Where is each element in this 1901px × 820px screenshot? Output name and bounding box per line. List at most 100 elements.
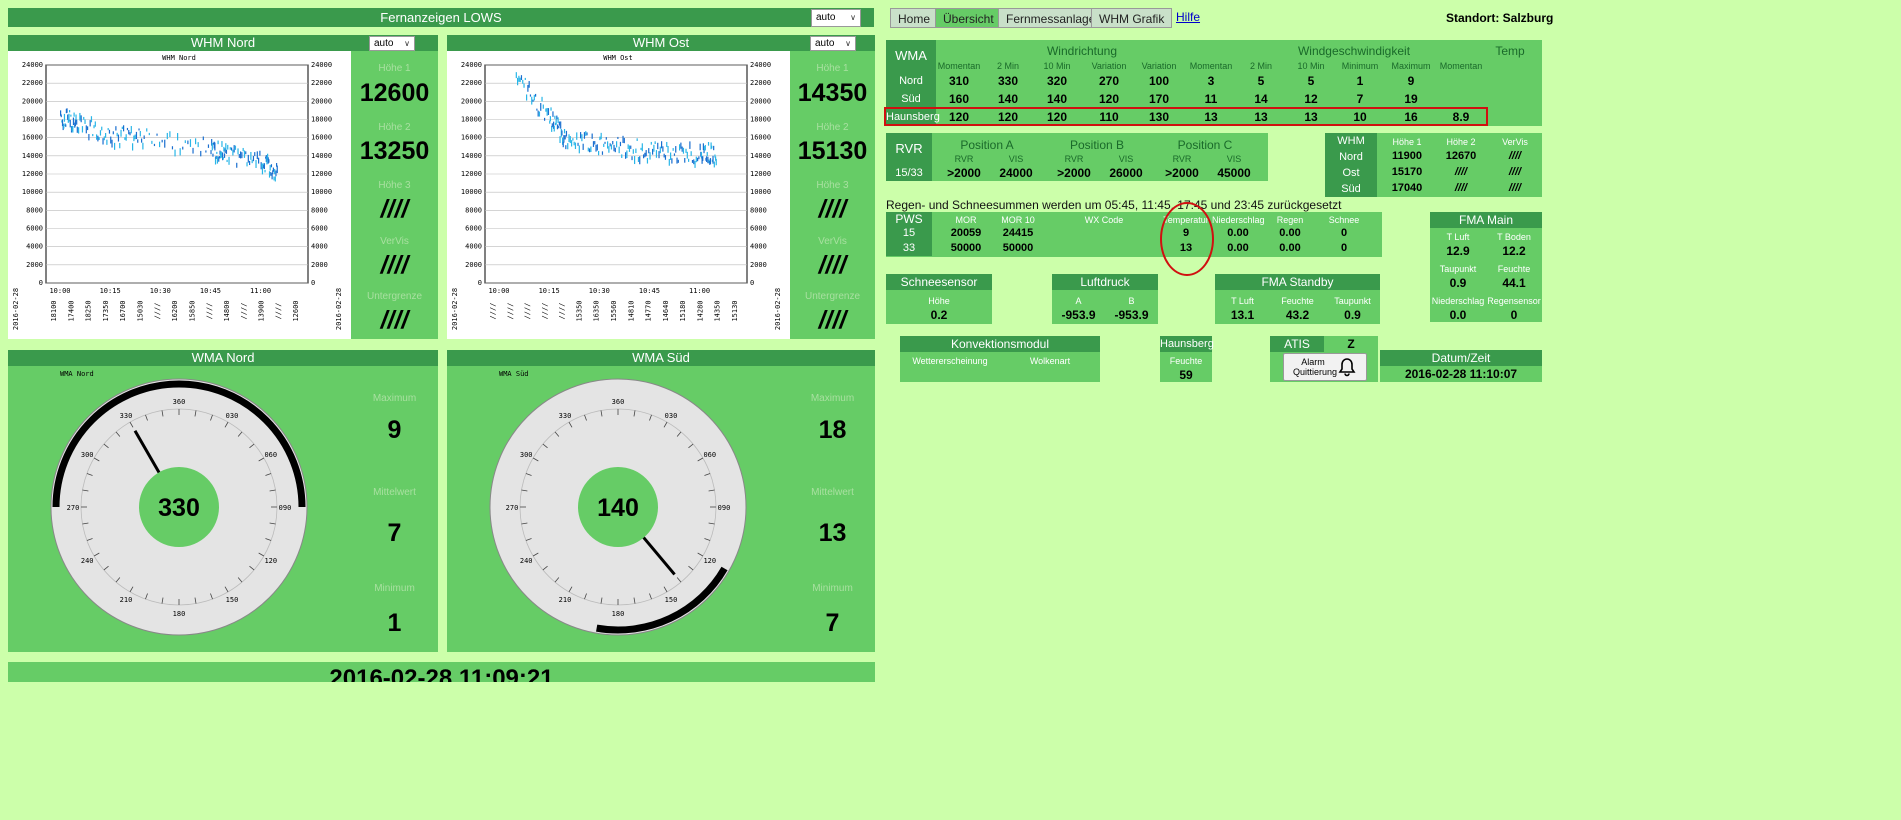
data-point bbox=[123, 125, 125, 132]
data-point bbox=[693, 159, 695, 165]
rvr-title: RVR bbox=[886, 133, 932, 165]
data-point bbox=[70, 114, 72, 117]
standort-label: Standort: Salzburg bbox=[1446, 11, 1554, 25]
bottom-value-label: //// bbox=[206, 303, 214, 320]
chevron-down-icon: ∨ bbox=[850, 13, 856, 22]
luftdruck-b-label: B bbox=[1128, 296, 1135, 306]
data-point bbox=[102, 138, 104, 145]
data-point bbox=[85, 125, 87, 134]
whm-small-cell: //// bbox=[1454, 166, 1468, 178]
whm-nord-values-panel: Höhe 1 12600 Höhe 2 13250 Höhe 3 //// Ve… bbox=[351, 51, 438, 339]
dial-tick-label: 210 bbox=[559, 596, 572, 604]
y-tick-label: 8000 bbox=[26, 206, 43, 214]
rvr-runway: 15/33 bbox=[886, 165, 932, 181]
x-tick-label: 10:45 bbox=[200, 287, 221, 295]
data-point bbox=[644, 152, 646, 158]
whm-ost-vervis-value: //// bbox=[818, 251, 847, 279]
data-point bbox=[704, 144, 706, 151]
data-point bbox=[536, 108, 538, 111]
data-point bbox=[556, 124, 559, 130]
wma-cell: 5 bbox=[1257, 74, 1265, 88]
data-point bbox=[269, 164, 271, 171]
data-point bbox=[641, 143, 643, 152]
data-point bbox=[681, 146, 683, 152]
y-tick-label-right: 16000 bbox=[311, 134, 332, 142]
nav-home[interactable]: Home bbox=[890, 8, 939, 28]
fma-main-niederschlag-value: 0.0 bbox=[1449, 308, 1467, 322]
bottom-value-label: 14640 bbox=[662, 300, 670, 321]
nav-fernmessanlage[interactable]: Fernmessanlage bbox=[998, 8, 1104, 28]
data-point bbox=[672, 148, 674, 151]
x-date-label: 2016-02-28 bbox=[335, 288, 343, 330]
wma-nord-max-value: 9 bbox=[387, 416, 402, 444]
data-point bbox=[94, 121, 96, 127]
data-point bbox=[89, 120, 91, 127]
luftdruck-a-label: A bbox=[1075, 296, 1082, 306]
fma-standby-title: FMA Standby bbox=[1215, 274, 1380, 290]
y-tick-label-right: 10000 bbox=[750, 188, 771, 196]
whm-ost-hoehe1-value: 14350 bbox=[797, 79, 868, 107]
wma-cell: 7 bbox=[1356, 92, 1364, 106]
header-mode-select[interactable]: auto ∨ bbox=[811, 9, 861, 27]
wma-cell: 270 bbox=[1098, 74, 1120, 88]
whm-nord-mode-select[interactable]: auto ∨ bbox=[369, 36, 415, 51]
bottom-value-label: 14350 bbox=[714, 300, 722, 321]
data-point bbox=[151, 140, 153, 144]
wma-sued-dial: WMA Süd 360 030 060 090 120 150 180 210 240 270 300… bbox=[489, 370, 747, 636]
wma-cell: 3 bbox=[1207, 74, 1215, 88]
dial-tick-label: 360 bbox=[612, 398, 625, 406]
data-point bbox=[81, 126, 84, 133]
data-point bbox=[558, 125, 560, 129]
pws-cell: 20059 bbox=[950, 227, 982, 239]
data-point bbox=[662, 146, 664, 152]
data-point bbox=[603, 143, 605, 147]
wma-cell: 330 bbox=[997, 74, 1019, 88]
pws-cell: 50000 bbox=[950, 242, 982, 254]
data-point bbox=[650, 141, 652, 145]
wma-col-header: 10 Min bbox=[1043, 61, 1071, 71]
y-tick-label-right: 16000 bbox=[750, 134, 771, 142]
data-point bbox=[272, 167, 274, 172]
whm-nord-chart: WHM Nord24000 2400022000 2200020000 2000018… bbox=[12, 54, 343, 330]
whm-nord-untergrenze-label: Untergrenze bbox=[366, 291, 423, 302]
data-point bbox=[649, 152, 651, 160]
data-point bbox=[628, 145, 631, 152]
wma-col-header: 2 Min bbox=[996, 61, 1019, 71]
whm-ost-mode-select[interactable]: auto ∨ bbox=[810, 36, 856, 51]
whm-ost-hoehe1-label: Höhe 1 bbox=[816, 63, 849, 74]
data-point bbox=[659, 146, 661, 154]
dial-tick-label: 270 bbox=[67, 504, 80, 512]
data-point bbox=[233, 145, 235, 153]
data-point bbox=[698, 156, 700, 160]
rvr-sub-header: RVR bbox=[1064, 154, 1084, 164]
wma-col-header: Minimum bbox=[1341, 61, 1379, 71]
data-point bbox=[578, 145, 580, 154]
bottom-value-label: 18100 bbox=[50, 300, 58, 321]
chart-title: WHM Ost bbox=[603, 54, 633, 62]
data-point bbox=[153, 143, 156, 147]
data-point bbox=[236, 162, 238, 168]
fma-main-taupunkt-label: Taupunkt bbox=[1439, 264, 1477, 274]
y-tick-label-right: 12000 bbox=[750, 170, 771, 178]
data-point bbox=[264, 169, 266, 173]
alarm-quittierung-button[interactable]: Alarm Quittierung bbox=[1283, 353, 1367, 381]
nav-whm-grafik[interactable]: WHM Grafik bbox=[1091, 8, 1173, 28]
data-point bbox=[572, 138, 574, 141]
whm-nord-vervis-label: VerVis bbox=[380, 236, 409, 247]
nav-uebersicht[interactable]: Übersicht bbox=[935, 8, 1002, 28]
y-tick-label: 4000 bbox=[26, 243, 43, 251]
data-point bbox=[237, 148, 239, 155]
pws-col-header: Niederschlag bbox=[1212, 215, 1265, 225]
data-point bbox=[707, 156, 709, 164]
nav-hilfe[interactable]: Hilfe bbox=[1176, 10, 1200, 24]
wma-col-header: Momentan bbox=[937, 61, 981, 71]
data-point bbox=[259, 150, 261, 156]
bottom-value-label: 13900 bbox=[257, 300, 265, 321]
data-point bbox=[691, 159, 694, 163]
data-point bbox=[99, 130, 102, 136]
data-point bbox=[702, 143, 704, 151]
dial-tick-label: 240 bbox=[520, 557, 533, 565]
data-point bbox=[552, 111, 554, 117]
dial-tick-label: 120 bbox=[703, 557, 716, 565]
x-tick-label: 10:15 bbox=[100, 287, 121, 295]
